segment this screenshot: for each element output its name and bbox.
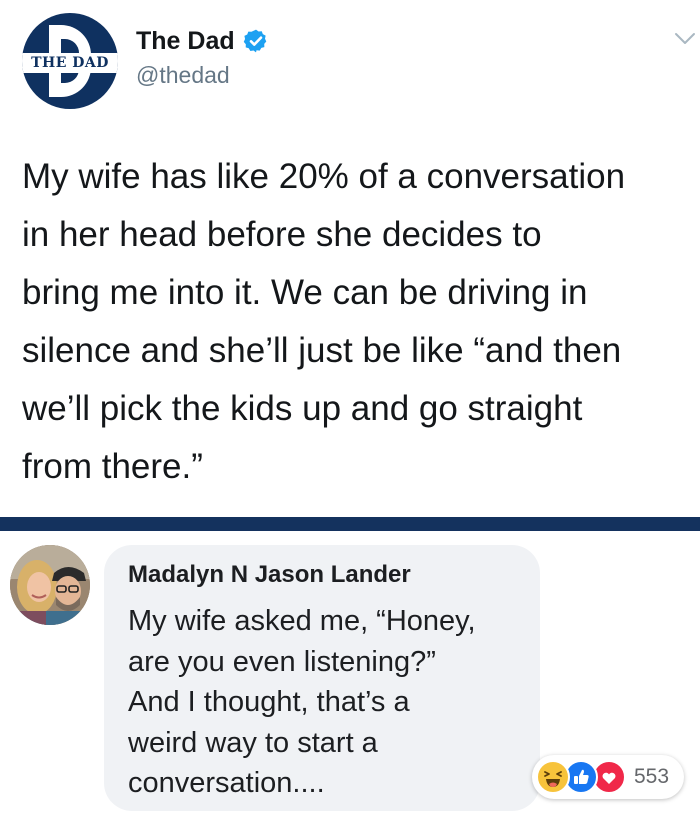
- commenter-photo: [10, 545, 90, 625]
- verified-badge-icon: [243, 29, 266, 53]
- tweet-text-line: My wife has like 20% of a conversation: [22, 157, 626, 196]
- haha-reaction-icon: [536, 760, 570, 794]
- commenter-name[interactable]: Madalyn N Jason Lander: [128, 561, 411, 589]
- tweet-text-line: in her head before she decides to: [22, 215, 542, 254]
- comment-text: My wife asked me, “Honey, are you even l…: [128, 601, 476, 804]
- reactions-summary[interactable]: 553: [532, 755, 684, 799]
- comment-bubble: Madalyn N Jason Lander My wife asked me,…: [104, 545, 540, 811]
- tweet-text-line: we’ll pick the kids up and go straight: [22, 389, 583, 428]
- author-handle[interactable]: @thedad: [136, 62, 230, 89]
- reaction-count: 553: [634, 765, 670, 788]
- tweet-text-line: from there.”: [22, 447, 203, 486]
- chevron-down-icon[interactable]: [674, 32, 696, 46]
- comment-text-line: My wife asked me, “Honey,: [128, 605, 476, 637]
- comment-text-line: conversation....: [128, 767, 325, 799]
- facebook-comment: Madalyn N Jason Lander My wife asked me,…: [0, 531, 700, 834]
- avatar-logo-text: THE DAD: [31, 55, 109, 71]
- author-avatar[interactable]: THE DAD: [22, 13, 118, 109]
- tweet-text-line: bring me into it. We can be driving in: [22, 273, 588, 312]
- commenter-avatar[interactable]: [10, 545, 90, 625]
- tweet-text-line: silence and she’ll just be like “and the…: [22, 331, 622, 370]
- author-row: The Dad: [136, 26, 269, 56]
- section-divider: [0, 517, 700, 531]
- comment-text-line: weird way to start a: [128, 726, 378, 759]
- comment-text-line: are you even listening?”: [128, 645, 436, 678]
- tweet-card: THE DAD The Dad @thedad My wife has like…: [0, 0, 700, 517]
- tweet-text: My wife has like 20% of a conversation i…: [22, 148, 694, 496]
- author-name[interactable]: The Dad: [136, 27, 235, 56]
- comment-text-line: And I thought, that’s a: [128, 686, 410, 718]
